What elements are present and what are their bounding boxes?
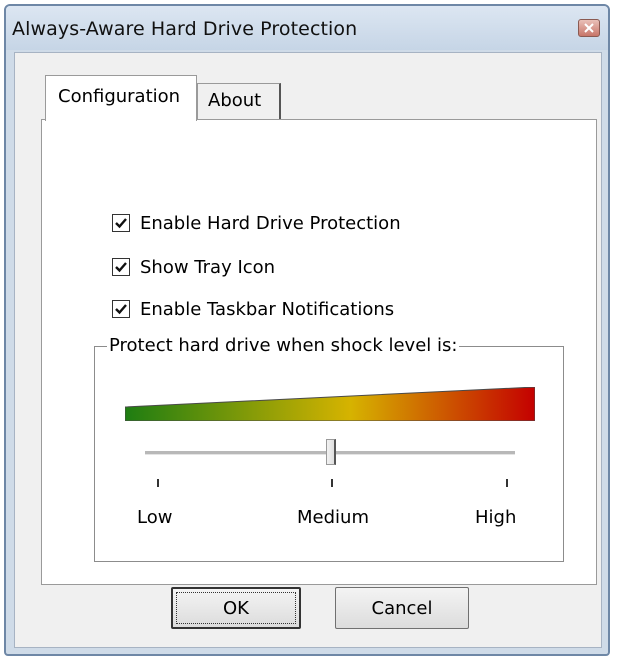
- checkmark-icon: [115, 304, 127, 315]
- taskbar-notifications-label: Enable Taskbar Notifications: [140, 298, 395, 320]
- focus-rectangle: [176, 592, 296, 624]
- tab-configuration[interactable]: Configuration: [45, 75, 197, 121]
- shock-level-group-label: Protect hard drive when shock level is:: [107, 335, 460, 356]
- tab-configuration-label: Configuration: [58, 86, 181, 107]
- show-tray-icon-label: Show Tray Icon: [140, 256, 276, 278]
- configuration-panel: Enable Hard Drive Protection Show Tray I…: [41, 119, 597, 585]
- slider-label-low: Low: [137, 507, 173, 528]
- shock-gradient-bar: [125, 387, 535, 421]
- enable-protection-label: Enable Hard Drive Protection: [140, 212, 401, 234]
- taskbar-notifications-checkbox[interactable]: [112, 300, 130, 318]
- checkmark-icon: [115, 218, 127, 229]
- ok-button[interactable]: OK: [171, 587, 301, 629]
- checkmark-icon: [115, 262, 127, 273]
- slider-tick-medium: [331, 479, 333, 487]
- slider-tick-low: [157, 479, 159, 487]
- close-glyph: [584, 23, 594, 33]
- slider-label-medium: Medium: [297, 507, 369, 528]
- show-tray-icon-option[interactable]: Show Tray Icon: [112, 256, 275, 278]
- cancel-button-label: Cancel: [371, 598, 433, 619]
- dialog-client-area: Configuration About Enable Hard Drive Pr…: [14, 52, 602, 648]
- window-title: Always-Aware Hard Drive Protection: [12, 18, 358, 40]
- cancel-button[interactable]: Cancel: [335, 587, 469, 629]
- dialog-window: Always-Aware Hard Drive Protection Confi…: [4, 4, 610, 656]
- enable-protection-option[interactable]: Enable Hard Drive Protection: [112, 212, 401, 234]
- title-bar[interactable]: Always-Aware Hard Drive Protection: [6, 6, 608, 50]
- taskbar-notifications-option[interactable]: Enable Taskbar Notifications: [112, 298, 394, 320]
- slider-tick-high: [506, 479, 508, 487]
- enable-protection-checkbox[interactable]: [112, 214, 130, 232]
- close-icon[interactable]: [578, 19, 600, 37]
- tab-about[interactable]: About: [197, 83, 281, 119]
- shock-slider-thumb[interactable]: [326, 439, 336, 465]
- show-tray-icon-checkbox[interactable]: [112, 258, 130, 276]
- slider-label-high: High: [475, 507, 517, 528]
- tab-about-label: About: [208, 90, 262, 111]
- shock-level-groupbox: Protect hard drive when shock level is:: [94, 335, 564, 562]
